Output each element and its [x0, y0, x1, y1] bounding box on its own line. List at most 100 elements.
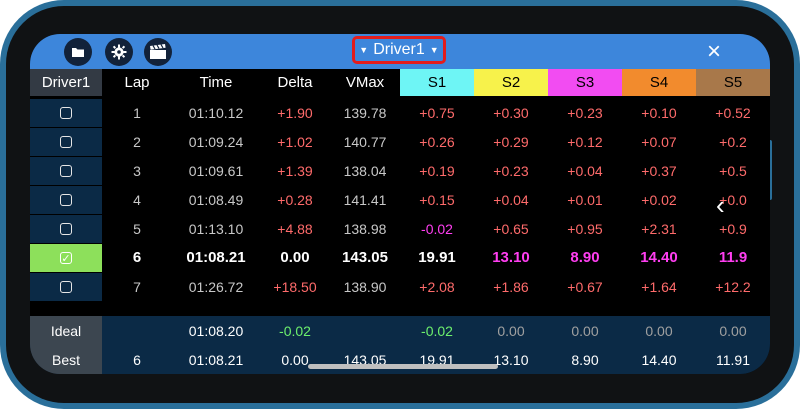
- s5-cell: +0.52: [715, 104, 751, 121]
- lap-cell: 4: [133, 191, 141, 208]
- s2-cell: 13.10: [493, 351, 529, 368]
- ideal-label: Ideal: [30, 316, 102, 345]
- lap-select-cell[interactable]: [30, 214, 102, 243]
- table-row[interactable]: 5 01:13.10 +4.88 138.98 -0.02 +0.65 +0.9…: [30, 214, 770, 243]
- table-header: Driver1 Lap Time Delta VMax S1 S2 S3 S4 …: [30, 69, 770, 96]
- table-row[interactable]: 2 01:09.24 +1.02 140.77 +0.26 +0.29 +0.1…: [30, 127, 770, 156]
- time-cell: 01:09.61: [188, 162, 244, 179]
- s4-cell: 14.40: [640, 249, 678, 266]
- s1-cell: -0.02: [421, 220, 453, 237]
- folder-icon[interactable]: [64, 38, 92, 66]
- column-header-driver: Driver1: [30, 69, 102, 96]
- s3-cell: 8.90: [571, 351, 599, 368]
- lap-cell: 1: [133, 104, 141, 121]
- clapperboard-icon[interactable]: [144, 38, 172, 66]
- delta-cell: -0.02: [279, 322, 311, 339]
- delta-cell: +1.02: [277, 133, 313, 150]
- driver-selector[interactable]: ▼ Driver1 ▼: [352, 36, 446, 64]
- delta-cell: +4.88: [277, 220, 313, 237]
- s2-cell: +0.29: [493, 133, 529, 150]
- column-header-time: Time: [199, 74, 233, 91]
- s4-cell: 14.40: [641, 351, 677, 368]
- table-row[interactable]: 1 01:10.12 +1.90 139.78 +0.75 +0.30 +0.2…: [30, 98, 770, 127]
- s1-cell: -0.02: [421, 322, 453, 339]
- s5-cell: +0.5: [719, 162, 747, 179]
- vmax-cell: 139.78: [343, 104, 387, 121]
- checkbox-checked[interactable]: ✓: [60, 252, 72, 265]
- lap-select-cell[interactable]: [30, 272, 102, 301]
- s3-cell: +0.95: [567, 220, 603, 237]
- s1-cell: +2.08: [419, 278, 455, 295]
- column-header-s2: S2: [474, 69, 548, 96]
- s1-cell: +0.15: [419, 191, 455, 208]
- close-icon[interactable]: ×: [700, 38, 728, 66]
- s2-cell: +0.30: [493, 104, 529, 121]
- checkbox[interactable]: [60, 165, 72, 177]
- s2-cell: +0.65: [493, 220, 529, 237]
- lap-select-cell[interactable]: [30, 98, 102, 127]
- checkbox[interactable]: [60, 136, 72, 148]
- vmax-cell: 138.98: [343, 220, 387, 237]
- best-row: Best 6 01:08.21 0.00 143.05 19.91 13.10 …: [30, 345, 770, 374]
- time-cell: 01:08.21: [188, 351, 244, 368]
- lap-select-cell[interactable]: [30, 127, 102, 156]
- vmax-cell: 140.77: [343, 133, 387, 150]
- lap-select-cell[interactable]: [30, 156, 102, 185]
- s5-cell: +12.2: [715, 278, 751, 295]
- s2-cell: 0.00: [497, 322, 525, 339]
- vmax-cell: 143.05: [343, 351, 387, 368]
- table-row[interactable]: 4 01:08.49 +0.28 141.41 +0.15 +0.04 +0.0…: [30, 185, 770, 214]
- column-header-s5: S5: [696, 69, 770, 96]
- lap-cell: 3: [133, 162, 141, 179]
- column-header-lap: Lap: [124, 74, 150, 91]
- time-cell: 01:13.10: [188, 220, 244, 237]
- column-header-delta: Delta: [277, 74, 313, 91]
- time-cell: 01:08.21: [186, 249, 246, 266]
- checkbox[interactable]: [60, 194, 72, 206]
- checkbox[interactable]: [60, 223, 72, 235]
- s5-cell: 11.91: [716, 351, 750, 368]
- time-cell: 01:09.24: [188, 133, 244, 150]
- s5-cell: 0.00: [719, 322, 747, 339]
- time-cell: 01:10.12: [188, 104, 244, 121]
- vmax-cell: 143.05: [342, 249, 388, 266]
- lap-cell: 7: [133, 278, 141, 295]
- s3-cell: 8.90: [570, 249, 600, 266]
- s1-cell: 19.91: [418, 249, 456, 266]
- s4-cell: +0.37: [641, 162, 677, 179]
- delta-cell: +1.39: [277, 162, 313, 179]
- s4-cell: +0.10: [641, 104, 677, 121]
- checkbox[interactable]: [60, 107, 72, 119]
- delta-cell: 0.00: [281, 351, 309, 368]
- time-cell: 01:08.20: [188, 322, 244, 339]
- driver-selector-label: Driver1: [373, 41, 425, 58]
- toolbar: ▼ Driver1 ▼ ×: [30, 34, 770, 69]
- time-cell: 01:08.49: [188, 191, 244, 208]
- lap-cell: 6: [133, 351, 141, 368]
- time-cell: 01:26.72: [188, 278, 244, 295]
- table-row-selected[interactable]: ✓ 6 01:08.21 0.00 143.05 19.91 13.10 8.9…: [30, 243, 770, 272]
- delta-cell: 0.00: [280, 249, 310, 266]
- lap-select-cell[interactable]: ✓: [30, 243, 102, 272]
- s5-cell: +0.9: [719, 220, 747, 237]
- s3-cell: +0.67: [567, 278, 603, 295]
- vmax-cell: [330, 316, 400, 345]
- s2-cell: 13.10: [492, 249, 530, 266]
- table-row[interactable]: 3 01:09.61 +1.39 138.04 +0.19 +0.23 +0.0…: [30, 156, 770, 185]
- s4-cell: +0.07: [641, 133, 677, 150]
- s1-cell: +0.19: [419, 162, 455, 179]
- vmax-cell: 141.41: [343, 191, 387, 208]
- s3-cell: +0.12: [567, 133, 603, 150]
- checkbox[interactable]: [60, 281, 72, 293]
- s3-cell: +0.04: [567, 162, 603, 179]
- column-header-s1: S1: [400, 69, 474, 96]
- s2-cell: +0.04: [493, 191, 529, 208]
- gear-icon[interactable]: [105, 38, 133, 66]
- lap-cell: [102, 316, 172, 345]
- home-indicator[interactable]: [308, 364, 498, 369]
- chevron-left-icon[interactable]: ‹: [716, 190, 725, 221]
- table-row[interactable]: 7 01:26.72 +18.50 138.90 +2.08 +1.86 +0.…: [30, 272, 770, 301]
- lap-select-cell[interactable]: [30, 185, 102, 214]
- s1-cell: +0.75: [419, 104, 455, 121]
- column-header-s4: S4: [622, 69, 696, 96]
